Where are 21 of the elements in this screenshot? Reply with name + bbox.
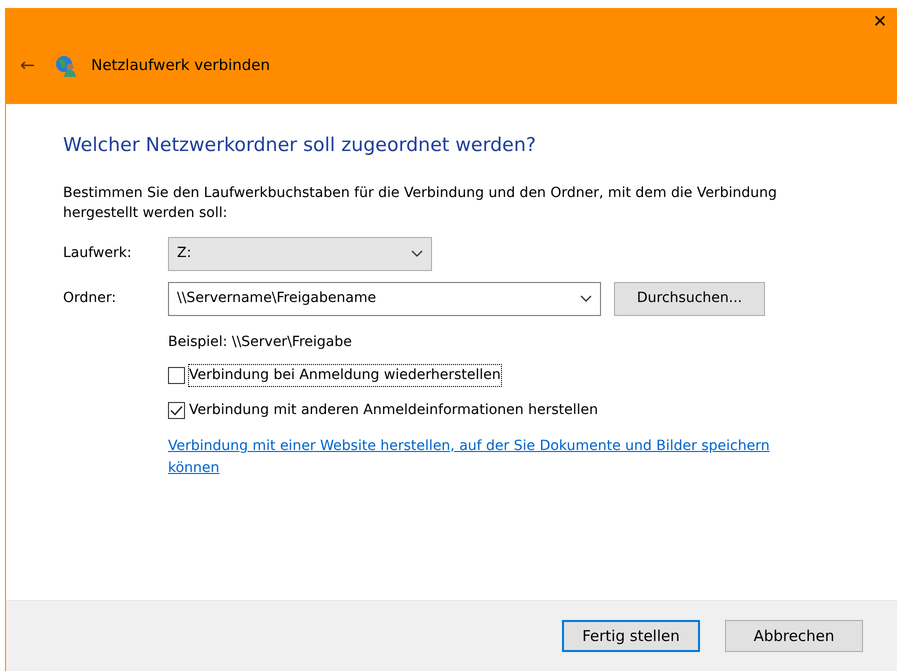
close-button[interactable]: ✕ <box>863 8 897 38</box>
instruction-text: Bestimmen Sie den Laufwerkbuchstaben für die Verbindung und den Ordner, mit dem die Verbindung hergestellt werden soll: <box>63 184 778 223</box>
browse-button[interactable]: Durchsuchen... <box>614 282 765 316</box>
chevron-down-icon <box>580 294 592 303</box>
example-text: Beispiel: \\Server\Freigabe <box>168 332 353 352</box>
field-label: Laufwerk: <box>63 244 133 264</box>
field-label: Ordner: <box>63 289 118 308</box>
window-title: Netzlaufwerk verbinden <box>91 55 270 76</box>
back-button[interactable]: ← <box>14 52 42 79</box>
checkbox-label[interactable]: Verbindung mit anderen Anmeldeinformationen herstellen <box>189 400 598 421</box>
dialog-button[interactable]: Fertig stellen <box>562 620 700 652</box>
chevron-down-icon <box>411 250 423 258</box>
folder-combo-field[interactable]: \\Servername\Freigabename <box>168 282 601 316</box>
network-drive-icon <box>55 54 78 76</box>
dialog-button[interactable]: Abbrechen <box>725 620 863 652</box>
checkbox-label[interactable]: Verbindung bei Anmeldung wiederherstellen <box>189 364 501 386</box>
checkbox[interactable] <box>168 366 185 384</box>
drive-dropdown[interactable]: Z: <box>168 236 432 271</box>
website-link[interactable]: Verbindung mit einer Website herstellen, auf der Sie Dokumente und Bilder speichern können <box>168 434 808 479</box>
page-heading: Welcher Netzwerkordner soll zugeordnet werden? <box>63 134 537 157</box>
checkbox[interactable] <box>168 402 185 419</box>
